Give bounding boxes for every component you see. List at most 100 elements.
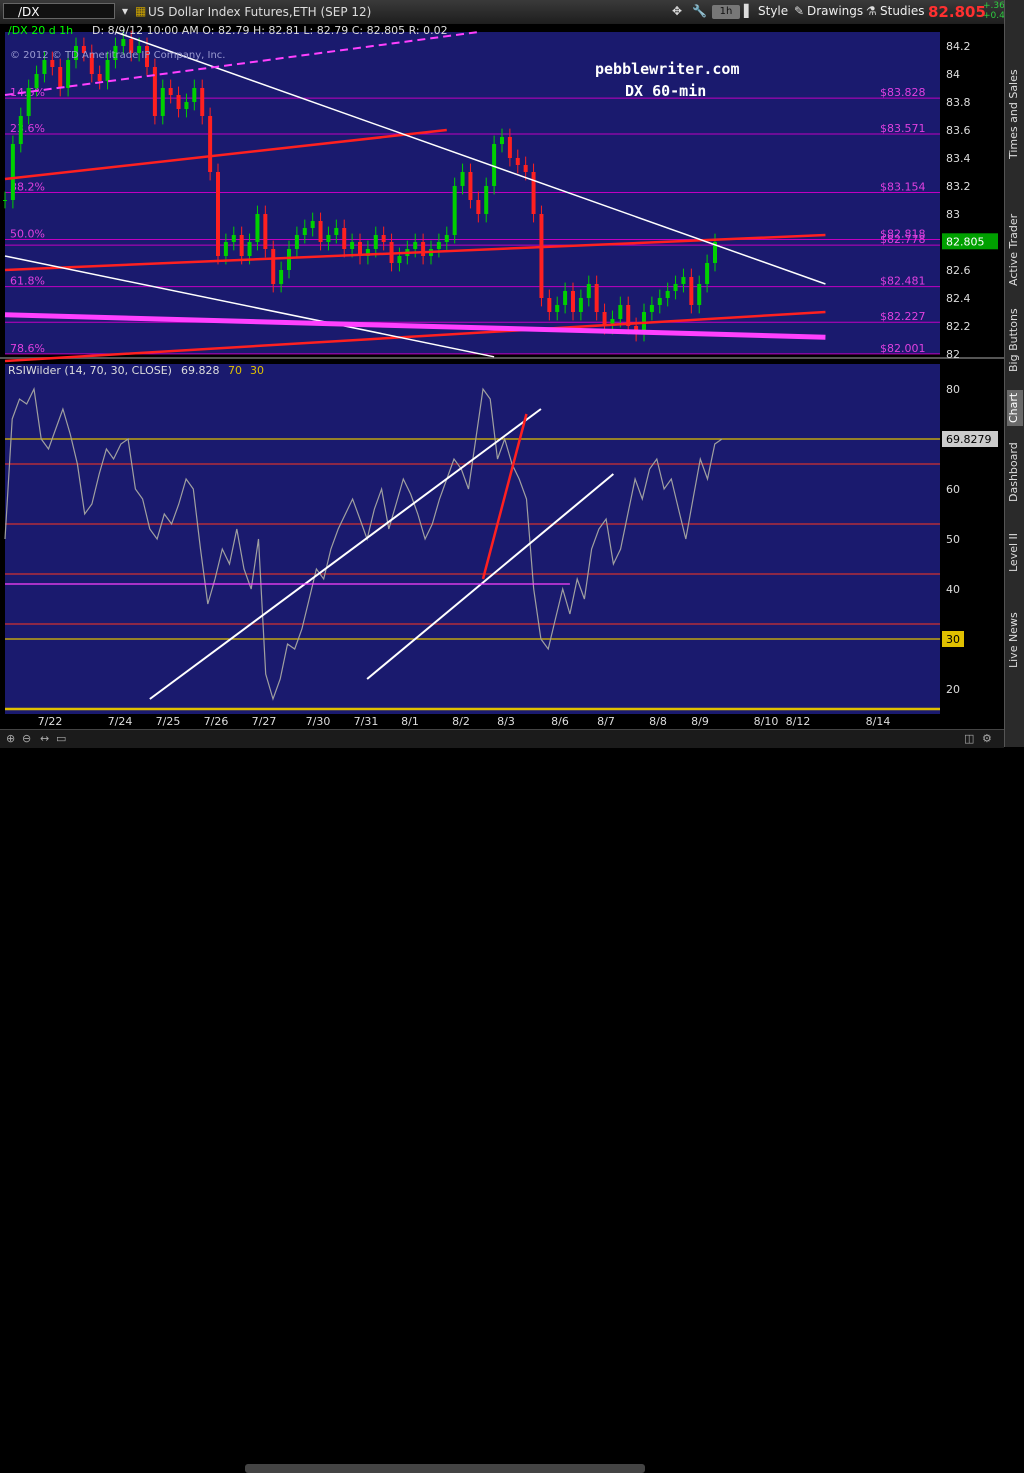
fib-value-label: $82.001	[880, 342, 926, 355]
fib-pct-label: 78.6%	[10, 342, 45, 355]
x-tick-label: 8/1	[401, 715, 419, 728]
fib-value-label: $82.227	[880, 310, 926, 323]
symbol-input[interactable]: /DX	[3, 3, 115, 19]
candle-body	[689, 277, 694, 305]
zoom-out-icon[interactable]: ⊖	[22, 732, 31, 745]
candle-body	[263, 214, 268, 249]
x-tick-label: 7/27	[252, 715, 277, 728]
timeframe-button[interactable]: 1h	[712, 5, 740, 19]
watermark-line-2: DX 60-min	[625, 82, 706, 100]
chart-canvas[interactable]: 8282.282.482.682.88383.283.483.683.88484…	[0, 24, 1004, 729]
price-tick-label: 82.2	[946, 320, 971, 333]
x-tick-label: 8/8	[649, 715, 667, 728]
x-tick-label: 8/14	[866, 715, 891, 728]
drawings-button[interactable]: Drawings	[807, 4, 863, 18]
candle-body	[3, 200, 7, 201]
candle-body	[539, 214, 544, 298]
side-tab-chart[interactable]: Chart	[1007, 390, 1023, 426]
candle-body	[10, 144, 15, 200]
zoom-icon[interactable]: ⊕	[6, 732, 15, 745]
style-button[interactable]: Style	[758, 4, 788, 18]
candle-body	[160, 88, 165, 116]
candle-body	[66, 60, 71, 88]
bottom-bar: ⊕ ⊖ ↔ ▭ ◫ ⚙	[0, 729, 1004, 1473]
candle-body	[681, 277, 686, 284]
candle-body	[563, 291, 568, 305]
chart-header: /DX 20 d 1h	[8, 24, 73, 37]
candle-body	[287, 249, 291, 270]
candle-body	[255, 214, 260, 242]
symbol-text: /DX	[18, 5, 40, 19]
candle-body	[231, 235, 236, 242]
candle-body	[515, 158, 520, 165]
candle-body	[413, 242, 418, 249]
candle-body	[444, 235, 449, 242]
rsi-tick-label: 40	[946, 583, 960, 596]
price-tick-label: 83.6	[946, 124, 971, 137]
rsi-oversold-tag-label: 30	[946, 633, 960, 646]
candle-body	[657, 298, 662, 305]
grid-icon[interactable]: ▦	[135, 4, 146, 18]
fit-icon[interactable]: ▭	[56, 732, 66, 745]
candle-body	[531, 172, 536, 214]
price-tick-label: 82	[946, 348, 960, 361]
x-tick-label: 8/6	[551, 715, 569, 728]
rsi-tick-label: 80	[946, 383, 960, 396]
price-tick-label: 83	[946, 208, 960, 221]
candle-body	[649, 305, 654, 312]
candle-body	[50, 60, 55, 67]
pan-icon[interactable]: ↔	[40, 732, 49, 745]
price-tick-label: 82.4	[946, 292, 971, 305]
price-tick-label: 83.2	[946, 180, 971, 193]
candle-body	[436, 242, 441, 249]
horizontal-scrollbar[interactable]	[245, 1464, 645, 1473]
wrench-icon[interactable]: 🔧	[692, 4, 707, 18]
price-tick-label: 83.8	[946, 96, 971, 109]
instrument-title: US Dollar Index Futures,ETH (SEP 12)	[148, 5, 372, 19]
x-tick-label: 8/2	[452, 715, 470, 728]
x-tick-label: 7/31	[354, 715, 379, 728]
rsi-label: RSIWilder (14, 70, 30, CLOSE)	[8, 364, 172, 377]
candle-body	[310, 221, 315, 228]
candle-body	[216, 172, 220, 256]
fib-value-label: $82.778	[880, 233, 926, 246]
candle-body	[555, 305, 560, 312]
rsi-current-value: 69.828	[181, 364, 220, 377]
candle-body	[168, 88, 173, 95]
fib-value-label: $83.828	[880, 86, 926, 99]
rsi-oversold-label: 30	[250, 364, 264, 377]
symbol-dropdown-icon[interactable]: ▾	[122, 4, 128, 18]
side-tab-active-trader[interactable]: Active Trader	[1007, 210, 1023, 290]
side-tab-big-buttons[interactable]: Big Buttons	[1007, 300, 1023, 380]
side-tab-dashboard[interactable]: Dashboard	[1007, 437, 1023, 507]
side-tab-live-news[interactable]: Live News	[1007, 600, 1023, 680]
side-tab-bar: Times and Sales Active Trader Big Buttons C…	[1004, 0, 1024, 747]
settings-icon[interactable]: ⚙	[982, 732, 992, 745]
price-tick-label: 84.2	[946, 40, 971, 53]
side-tab-level-ii[interactable]: Level II	[1007, 520, 1023, 584]
side-tab-times-and-sales[interactable]: Times and Sales	[1007, 44, 1023, 184]
price-tick-label: 84	[946, 68, 960, 81]
candle-body	[705, 263, 710, 284]
x-tick-label: 7/24	[108, 715, 133, 728]
candle-body	[665, 291, 670, 298]
rsi-value-tag-label: 69.8279	[946, 433, 992, 446]
price-tick-label: 82.6	[946, 264, 971, 277]
rsi-tick-label: 60	[946, 483, 960, 496]
studies-button[interactable]: Studies	[880, 4, 925, 18]
candle-body	[279, 270, 284, 284]
candle-body	[223, 242, 228, 256]
price-pane	[5, 32, 940, 354]
crosshair-icon[interactable]: ✥	[672, 4, 682, 18]
candle-body	[302, 228, 307, 235]
candle-body	[342, 228, 347, 249]
candle-body	[42, 60, 47, 74]
fib-pct-label: 61.8%	[10, 275, 45, 288]
candle-body	[121, 39, 126, 46]
candle-body	[34, 74, 39, 88]
expand-icon[interactable]: ◫	[964, 732, 974, 745]
x-tick-label: 8/10	[754, 715, 779, 728]
rsi-overbought-label: 70	[228, 364, 242, 377]
candle-body	[468, 172, 473, 200]
x-tick-label: 8/7	[597, 715, 615, 728]
